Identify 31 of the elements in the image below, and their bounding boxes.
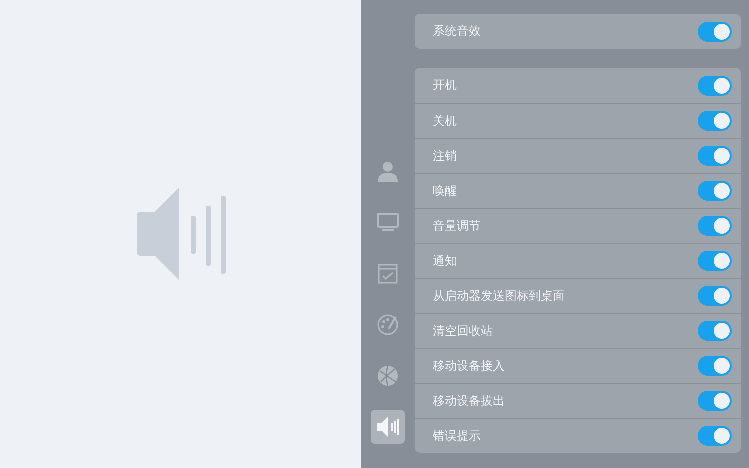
- setting-label: 移动设备拔出: [433, 392, 505, 410]
- calendar-check-icon: [378, 264, 398, 284]
- speaker-icon: [376, 416, 400, 438]
- toggle-switch[interactable]: [698, 216, 732, 236]
- setting-label: 系统音效: [433, 23, 481, 40]
- setting-label: 通知: [433, 252, 457, 270]
- globe-icon: [377, 365, 399, 387]
- toggle-switch[interactable]: [698, 426, 732, 446]
- toggle-switch[interactable]: [698, 181, 732, 201]
- toggle-switch[interactable]: [698, 356, 732, 376]
- toggle-switch[interactable]: [698, 22, 732, 42]
- monitor-icon: [377, 213, 399, 233]
- setting-label: 音量调节: [433, 218, 481, 234]
- toggle-switch[interactable]: [698, 146, 732, 166]
- toggle-switch[interactable]: [698, 76, 732, 96]
- setting-label: 错误提示: [433, 428, 481, 444]
- palette-icon: [377, 314, 399, 336]
- setting-label: 注销: [433, 148, 457, 164]
- toggle-switch[interactable]: [698, 391, 732, 411]
- setting-label: 清空回收站: [433, 322, 493, 340]
- user-icon: [377, 161, 399, 183]
- toggle-switch[interactable]: [698, 111, 732, 131]
- toggle-switch[interactable]: [698, 251, 732, 271]
- toggle-switch[interactable]: [698, 321, 732, 341]
- nav-button[interactable]: [371, 410, 405, 444]
- setting-label: 开机: [433, 77, 457, 94]
- setting-label: 关机: [433, 112, 457, 130]
- toggle-switch[interactable]: [698, 286, 732, 306]
- setting-label: 移动设备接入: [433, 358, 505, 374]
- setting-label: 从启动器发送图标到桌面: [433, 288, 565, 304]
- setting-label: 唤醒: [433, 182, 457, 200]
